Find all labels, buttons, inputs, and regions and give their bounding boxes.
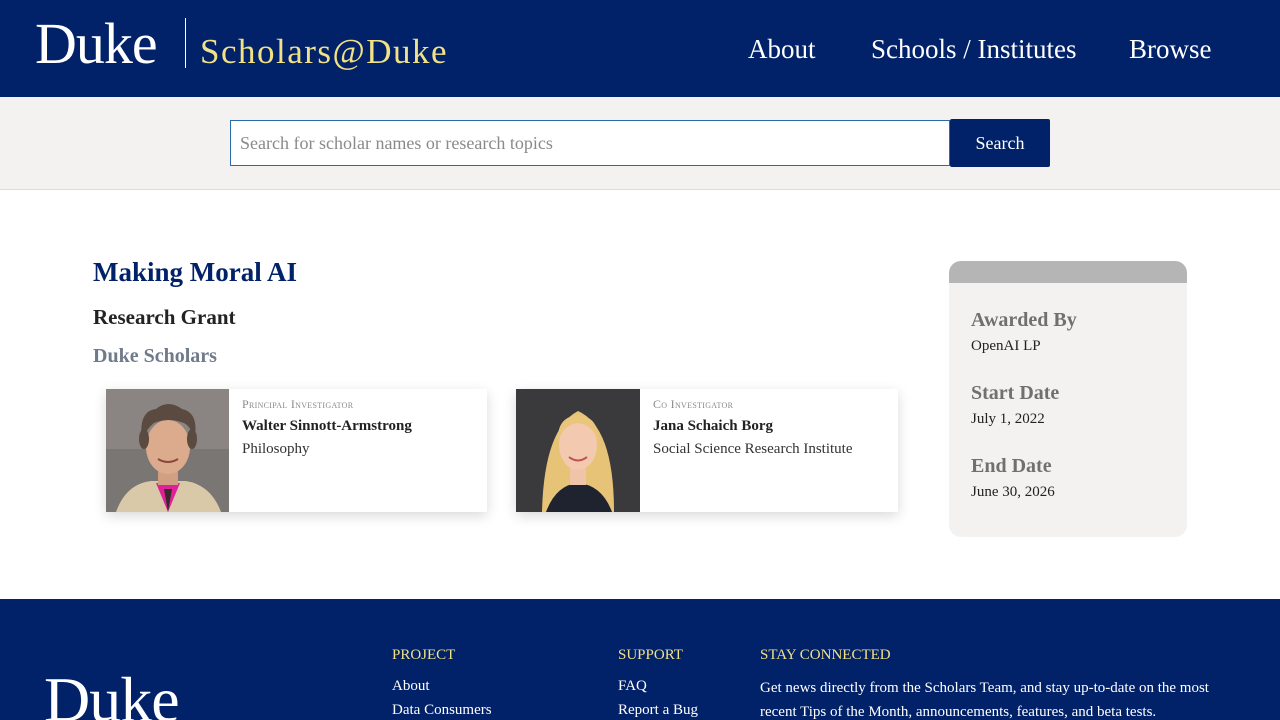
footer-stay-connected-heading: STAY CONNECTED <box>760 647 891 663</box>
person-card[interactable]: Co Investigator Jana Schaich Borg Social… <box>516 389 898 512</box>
footer-stay-connected-text: Get news directly from the Scholars Team… <box>760 680 1209 720</box>
panel-header-bar <box>949 261 1187 283</box>
main-nav: About Schools / Institutes Browse <box>0 30 1280 70</box>
footer-support-heading: SUPPORT <box>618 647 683 663</box>
grant-title: Making Moral AI <box>93 257 298 287</box>
search-bar: Search <box>0 97 1280 190</box>
end-date-label: End Date <box>971 455 1052 477</box>
person-department: Philosophy <box>242 441 310 457</box>
start-date-value: July 1, 2022 <box>971 411 1045 427</box>
site-footer: Duke PROJECT About Data Consumers SUPPOR… <box>0 599 1280 720</box>
person-name[interactable]: Walter Sinnott-Armstrong <box>242 417 412 435</box>
footer-link-data-consumers[interactable]: Data Consumers <box>392 700 492 720</box>
footer-link-faq[interactable]: FAQ <box>618 676 647 696</box>
person-role: Principal Investigator <box>242 397 354 411</box>
awarded-by-value: OpenAI LP <box>971 338 1041 354</box>
footer-link-report-bug[interactable]: Report a Bug <box>618 700 698 720</box>
site-header: Duke Scholars@Duke About Schools / Insti… <box>0 0 1280 97</box>
search-input[interactable] <box>230 120 950 166</box>
person-name[interactable]: Jana Schaich Borg <box>653 417 773 435</box>
footer-link-about[interactable]: About <box>392 676 430 696</box>
nav-browse[interactable]: Browse <box>1129 30 1212 68</box>
footer-project-heading: PROJECT <box>392 647 456 663</box>
person-department: Social Science Research Institute <box>653 441 853 457</box>
start-date-label: Start Date <box>971 382 1060 404</box>
duke-scholars-heading: Duke Scholars <box>93 345 217 367</box>
person-photo[interactable] <box>516 389 640 512</box>
end-date-value: June 30, 2026 <box>971 484 1055 500</box>
awarded-by-label: Awarded By <box>971 309 1077 331</box>
nav-schools-institutes[interactable]: Schools / Institutes <box>871 30 1077 68</box>
nav-about[interactable]: About <box>748 30 816 68</box>
grant-type: Research Grant <box>93 305 236 329</box>
grant-details-panel: Awarded By OpenAI LP Start Date July 1, … <box>949 261 1187 537</box>
person-role: Co Investigator <box>653 397 734 411</box>
footer-duke-logo[interactable]: Duke <box>44 665 180 720</box>
person-photo[interactable] <box>106 389 229 512</box>
search-button[interactable]: Search <box>950 119 1050 167</box>
person-card[interactable]: Principal Investigator Walter Sinnott-Ar… <box>106 389 487 512</box>
